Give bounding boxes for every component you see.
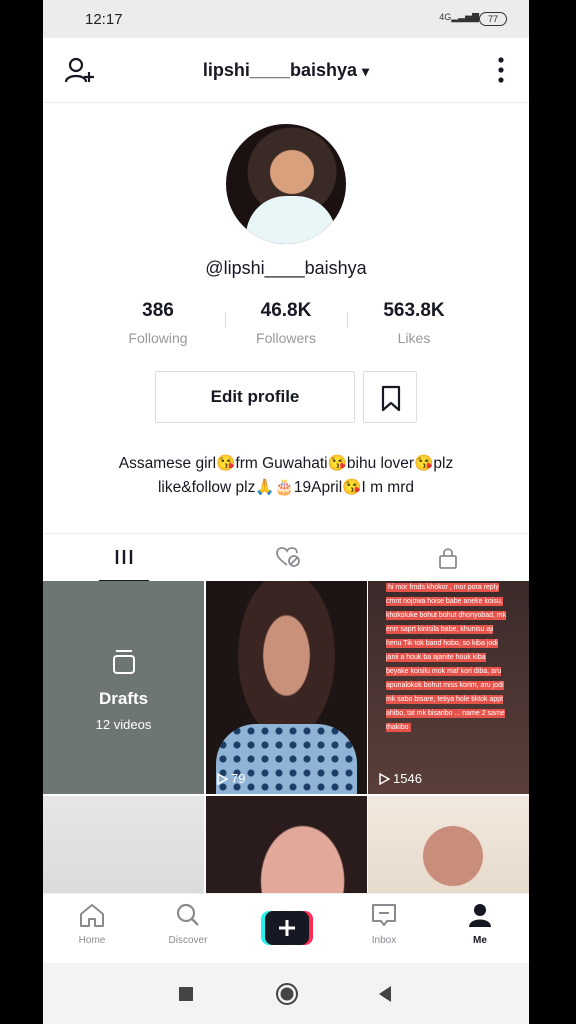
play-count-value: 79 [231, 771, 246, 786]
play-count-value: 1546 [393, 771, 422, 786]
nav-home[interactable]: Home [57, 902, 127, 946]
status-bar: 12:17 4G▂▃▅▇ 77 [43, 0, 529, 38]
bookmark-icon [381, 385, 401, 412]
username-title: lipshi____baishya [202, 60, 358, 80]
home-icon [80, 904, 104, 927]
profile-tabs [43, 533, 529, 582]
video-grid: Drafts 12 videos 79 hi mor frnds khokor … [43, 581, 529, 893]
stat-followers[interactable]: 46.8K Followers [231, 300, 341, 346]
video-thumbnail[interactable] [43, 796, 204, 893]
signal-label: 4G [439, 12, 452, 22]
video-thumbnail[interactable]: hi mor frnds khokor , mor pora reply cmn… [368, 581, 529, 794]
play-count: 1546 [378, 771, 422, 786]
liked-heart-icon [276, 547, 300, 567]
stat-label: Likes [397, 330, 431, 346]
nav-inbox[interactable]: Inbox [349, 902, 419, 946]
avatar-figure [246, 196, 336, 244]
nav-label: Inbox [371, 935, 397, 946]
stat-label: Following [128, 330, 188, 346]
status-time: 12:17 [85, 11, 123, 28]
stat-divider [347, 312, 348, 328]
phone-screen: 12:17 4G▂▃▅▇ 77 lipshi____baishya ▾ @lip… [43, 0, 529, 1024]
more-options-icon[interactable] [497, 56, 505, 84]
stat-value: 563.8K [383, 300, 445, 321]
battery-level: 77 [487, 14, 498, 24]
profile-header: lipshi____baishya ▾ [43, 38, 529, 103]
bottom-nav: Home Discover Inbox Me [43, 893, 529, 964]
video-thumbnail[interactable] [206, 796, 367, 893]
create-video-button[interactable] [261, 911, 313, 945]
nav-label: Discover [168, 935, 208, 946]
stat-value: 46.8K [260, 300, 312, 321]
drafts-icon [113, 650, 135, 674]
overlay-text: hi mor frnds khokor , mor pora reply cmn… [386, 583, 507, 732]
nav-label: Home [78, 935, 106, 946]
play-icon [217, 772, 228, 785]
system-nav-bar [43, 963, 529, 1024]
tab-videos[interactable] [43, 534, 205, 582]
stat-label: Followers [256, 330, 316, 346]
nav-label: Me [473, 935, 487, 946]
video-thumbnail[interactable]: 79 [206, 581, 367, 794]
inbox-icon [372, 904, 396, 926]
battery-icon: 77 [479, 12, 507, 26]
edit-profile-button[interactable]: Edit profile [155, 371, 355, 423]
tab-liked[interactable] [205, 534, 367, 582]
bio-line: like&follow plz🙏🎂19April😘I m mrd [157, 479, 414, 496]
recents-icon[interactable] [178, 986, 194, 1002]
bookmark-button[interactable] [363, 371, 417, 423]
stat-value: 386 [142, 300, 174, 321]
grid-icon [115, 550, 133, 564]
play-count: 79 [216, 771, 245, 786]
drafts-count: 12 videos [95, 717, 152, 732]
video-thumbnail[interactable] [368, 796, 529, 893]
back-icon[interactable] [377, 985, 393, 1003]
tab-private[interactable] [367, 534, 529, 582]
stat-following[interactable]: 386 Following [103, 300, 213, 346]
drafts-title: Drafts [98, 689, 149, 708]
bio-line: Assamese girl😘frm Guwahati😘bihu lover😘pl… [118, 455, 454, 472]
stat-divider [225, 312, 226, 328]
nav-me[interactable]: Me [445, 902, 515, 946]
chevron-down-icon: ▾ [362, 63, 370, 79]
nav-discover[interactable]: Discover [153, 902, 223, 946]
lock-icon [439, 548, 457, 569]
search-icon [176, 903, 199, 926]
home-circle-icon[interactable] [275, 982, 299, 1006]
signal-icon: 4G▂▃▅▇ [439, 12, 479, 22]
profile-stats: 386 Following 46.8K Followers 563.8K Lik… [103, 300, 469, 346]
avatar[interactable] [226, 124, 346, 244]
drafts-tile[interactable]: Drafts 12 videos [43, 581, 204, 794]
profile-icon [469, 904, 491, 927]
text-overlay: hi mor frnds khokor , mor pora reply cmn… [386, 581, 507, 735]
stat-likes[interactable]: 563.8K Likes [359, 300, 469, 346]
profile-bio: Assamese girl😘frm Guwahati😘bihu lover😘pl… [73, 452, 499, 500]
thumbnail-figure [423, 826, 483, 886]
username-dropdown[interactable]: lipshi____baishya ▾ [43, 60, 529, 81]
profile-handle: @lipshi____baishya [205, 258, 367, 278]
play-icon [379, 772, 390, 785]
